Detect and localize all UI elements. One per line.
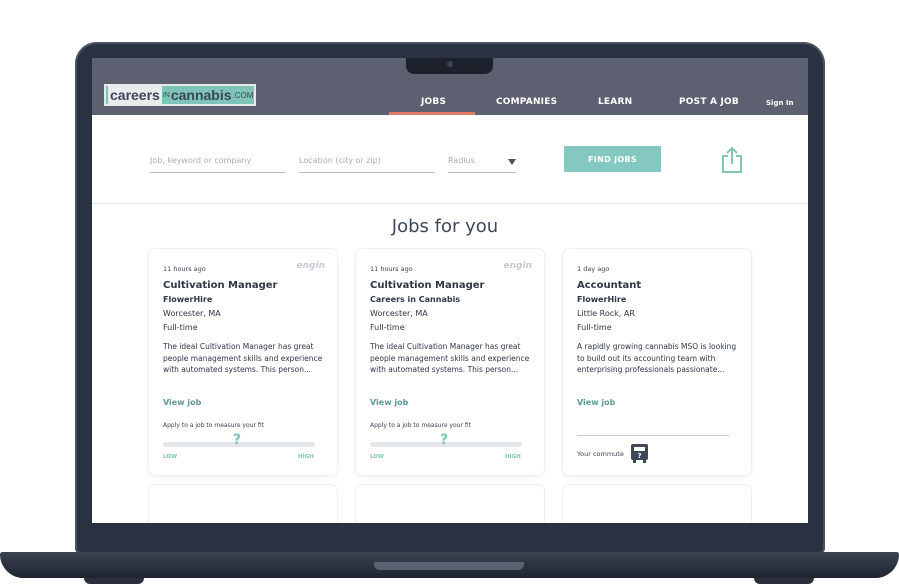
fit-label: Apply to a job to measure your fit [370,422,471,429]
posted-time: 11 hours ago [370,265,413,273]
logo-com: .COM [232,90,254,100]
job-title[interactable]: Accountant [577,280,641,291]
share-icon[interactable] [720,146,744,174]
source-logo: engin [296,261,325,271]
keyword-placeholder: Job, keyword or company [150,156,252,165]
camera-notch [406,58,493,74]
fit-unknown-icon: ? [233,432,242,448]
commute-label: Your commute [577,450,624,458]
company-name: FlowerHire [577,295,627,304]
radius-placeholder: Radius [448,156,475,165]
job-location: Worcester, MA [370,309,428,318]
nav-active-indicator [389,112,475,115]
job-type: Full-time [370,323,405,332]
view-job-link[interactable]: View job [370,398,408,407]
posted-time: 11 hours ago [163,265,206,273]
location-placeholder: Location (city or zip) [299,156,381,165]
nav-post-job[interactable]: POST A JOB [679,97,739,107]
job-card[interactable]: 11 hours ago engin Cultivation Manager C… [356,249,544,475]
posted-time: 1 day ago [577,265,610,273]
browser-screen: careers IN cannabis .COM JOBS COMPANIES … [92,58,808,523]
job-description: The ideal Cultivation Manager has great … [370,342,530,374]
view-job-link[interactable]: View job [163,398,201,407]
job-card[interactable]: 1 day ago Accountant FlowerHire Little R… [563,249,751,475]
caret-down-icon [508,159,516,165]
fit-high-label: HIGH [298,454,314,460]
job-location: Little Rock, AR [577,309,635,318]
company-name: FlowerHire [163,295,213,304]
location-input[interactable]: Location (city or zip) [299,155,435,173]
company-name: Careers in Cannabis [370,295,461,304]
keyword-input[interactable]: Job, keyword or company [150,155,286,173]
logo-in: IN [162,91,170,99]
job-location: Worcester, MA [163,309,221,318]
transit-icon[interactable]: ? [631,444,648,463]
job-description: The ideal Cultivation Manager has great … [163,342,323,374]
job-title[interactable]: Cultivation Manager [163,280,277,291]
job-type: Full-time [163,323,198,332]
job-card-partial [356,485,544,523]
radius-select[interactable]: Radius [448,155,516,173]
nav-companies[interactable]: COMPANIES [496,97,557,107]
job-card-partial [149,485,337,523]
site-logo[interactable]: careers IN cannabis .COM [104,84,256,106]
job-card-partial [563,485,751,523]
job-type: Full-time [577,323,612,332]
laptop-foot-left [84,578,144,584]
find-jobs-button[interactable]: FIND JOBS [564,146,661,172]
laptop-hinge [374,562,524,570]
laptop-foot-right [754,578,814,584]
fit-low-label: LOW [163,454,178,460]
logo-careers: careers [108,86,162,104]
nav-learn[interactable]: LEARN [598,97,632,107]
nav-jobs[interactable]: JOBS [421,97,446,107]
fit-high-label: HIGH [505,454,521,460]
fit-unknown-icon: ? [440,432,449,448]
view-job-link[interactable]: View job [577,398,615,407]
job-title[interactable]: Cultivation Manager [370,280,484,291]
job-description: A rapidly growing cannabis MSO is lookin… [577,342,737,374]
svg-text:?: ? [637,452,641,460]
source-logo: engin [503,261,532,271]
commute-divider [577,435,729,436]
page-title: Jobs for you [391,216,499,237]
logo-cannabis: cannabis [170,87,232,103]
divider [92,203,808,204]
job-card[interactable]: 11 hours ago engin Cultivation Manager F… [149,249,337,475]
fit-label: Apply to a job to measure your fit [163,422,264,429]
camera-icon [447,61,453,67]
nav-sign-in[interactable]: Sign In [766,99,793,107]
fit-low-label: LOW [370,454,385,460]
